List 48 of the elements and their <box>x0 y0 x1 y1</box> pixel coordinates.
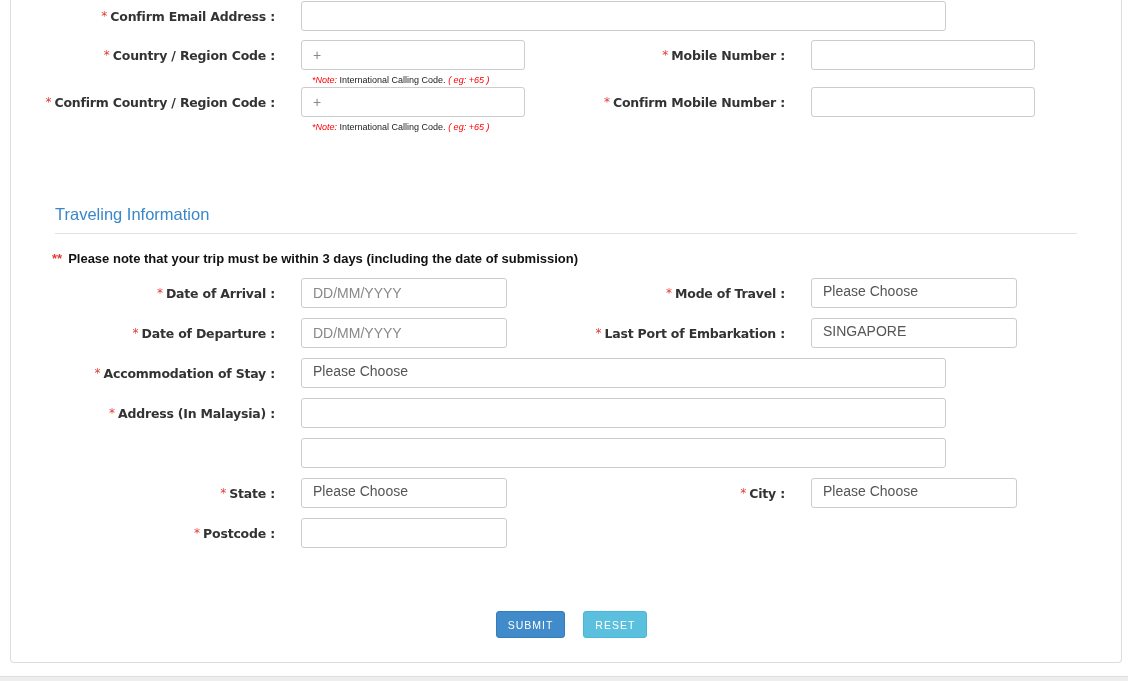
field-label: Address (In Malaysia) : <box>117 405 275 421</box>
field-label: Confirm Email Address : <box>110 8 275 24</box>
input-field[interactable]: DD/MM/YYYY <box>301 278 507 308</box>
field-label: City : <box>749 485 785 501</box>
dropdown-field[interactable]: SINGAPORE <box>811 318 1017 348</box>
input-field[interactable]: + <box>301 87 525 117</box>
required-mark: * <box>156 286 163 300</box>
section-title: Traveling Information <box>55 205 211 224</box>
field-label: Date of Departure : <box>141 325 275 341</box>
field-label: Postcode : <box>203 525 275 541</box>
required-mark: * <box>740 486 747 500</box>
input-field[interactable] <box>301 398 946 428</box>
input-field[interactable] <box>301 518 507 548</box>
required-mark: * <box>194 526 201 540</box>
field-label: Mode of Travel : <box>675 285 785 301</box>
required-mark: * <box>101 9 108 23</box>
submit-button[interactable]: SUBMIT <box>495 611 566 638</box>
field-label: Country / Region Code : <box>112 47 275 63</box>
dropdown-field[interactable]: Please Choose <box>811 478 1017 508</box>
input-field[interactable] <box>811 40 1035 70</box>
input-field[interactable] <box>301 438 946 468</box>
input-field[interactable]: + <box>301 40 525 70</box>
required-mark: * <box>220 486 227 500</box>
required-mark: * <box>132 326 139 340</box>
required-mark: * <box>662 48 669 62</box>
input-field[interactable] <box>811 87 1035 117</box>
required-mark: * <box>103 48 110 62</box>
required-mark: * <box>666 286 672 300</box>
input-field[interactable] <box>301 1 946 31</box>
input-field[interactable]: DD/MM/YYYY <box>301 318 507 348</box>
note-text: *Note: International Calling Code. ( eg: +65 ) <box>312 122 491 132</box>
dropdown-field[interactable]: Please Choose <box>811 278 1017 308</box>
required-mark: * <box>595 326 602 340</box>
field-label: Accommodation of Stay : <box>103 365 275 381</box>
field-label: Confirm Country / Region Code : <box>54 94 275 110</box>
dropdown-field[interactable]: Please Choose <box>301 478 507 508</box>
dropdown-field[interactable]: Please Choose <box>301 358 946 388</box>
required-mark: * <box>603 95 610 109</box>
required-mark: * <box>108 406 115 420</box>
field-label: Mobile Number : <box>671 47 785 63</box>
field-label: Last Port of Embarkation : <box>604 325 785 341</box>
note-text: *Note: International Calling Code. ( eg: +65 ) <box>312 75 491 85</box>
trip-notice: ** Please note that your trip must be within 3 days (including the date of submission) <box>52 251 580 266</box>
required-mark: * <box>94 366 101 380</box>
field-label: Date of Arrival : <box>165 285 275 301</box>
required-mark: * <box>45 95 52 109</box>
field-label: Confirm Mobile Number : <box>612 94 785 110</box>
field-label: State : <box>229 485 275 501</box>
